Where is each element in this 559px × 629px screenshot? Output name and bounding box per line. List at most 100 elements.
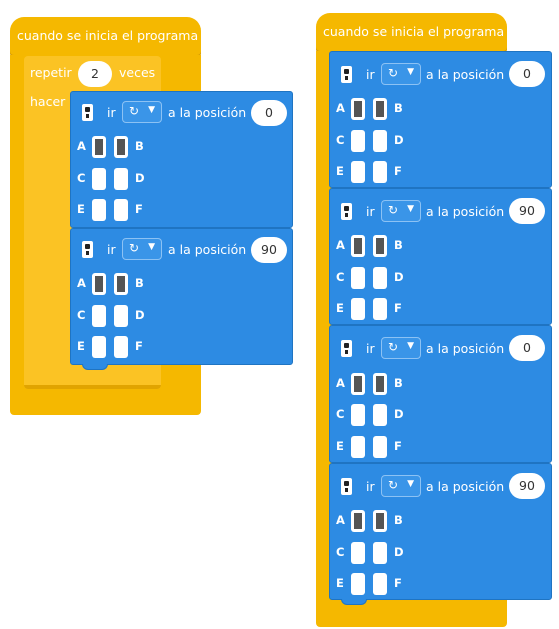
position-input[interactable]: 0 bbox=[509, 335, 545, 361]
port-label: F bbox=[394, 301, 402, 315]
port-toggle-d[interactable] bbox=[373, 130, 387, 152]
port-toggle-e[interactable] bbox=[351, 436, 365, 458]
port-label: D bbox=[394, 407, 404, 421]
go-label: ir bbox=[366, 341, 375, 356]
to-position-label: a la posición bbox=[426, 341, 505, 356]
port-toggle-f[interactable] bbox=[373, 298, 387, 320]
rotation-dropdown[interactable]: ↻ ▼ bbox=[122, 238, 162, 260]
to-position-label: a la posición bbox=[426, 479, 505, 494]
port-toggle-a[interactable] bbox=[351, 510, 365, 532]
position-input[interactable]: 90 bbox=[251, 237, 287, 263]
port-toggle-a[interactable] bbox=[351, 98, 365, 120]
when-program-starts-block[interactable]: cuando se inicia el programa bbox=[316, 13, 507, 53]
port-toggle-f[interactable] bbox=[373, 161, 387, 183]
port-toggle-e[interactable] bbox=[351, 161, 365, 183]
servo-go-to-block[interactable]: ir ↻ ▼ a la posición 0 A B C D E F bbox=[329, 51, 552, 188]
port-label: F bbox=[394, 439, 402, 453]
go-label: ir bbox=[107, 105, 116, 120]
port-label: A bbox=[336, 238, 345, 252]
port-toggle-d[interactable] bbox=[114, 168, 128, 190]
servo-go-to-block[interactable]: ir ↻ ▼ a la posición 90 A B C D E F bbox=[70, 228, 293, 365]
port-label: E bbox=[77, 339, 85, 353]
port-toggle-e[interactable] bbox=[92, 199, 106, 221]
position-input[interactable]: 0 bbox=[251, 100, 287, 126]
port-toggle-c[interactable] bbox=[351, 404, 365, 426]
port-toggle-e[interactable] bbox=[351, 298, 365, 320]
port-label: B bbox=[394, 238, 403, 252]
port-toggle-b[interactable] bbox=[373, 235, 387, 257]
port-label: B bbox=[135, 276, 144, 290]
port-toggle-d[interactable] bbox=[114, 305, 128, 327]
port-toggle-a[interactable] bbox=[92, 273, 106, 295]
port-label: B bbox=[394, 376, 403, 390]
port-toggle-d[interactable] bbox=[373, 404, 387, 426]
port-label: A bbox=[336, 376, 345, 390]
rotate-icon: ↻ bbox=[129, 241, 140, 255]
to-position-label: a la posición bbox=[168, 105, 247, 120]
port-label: A bbox=[77, 139, 86, 153]
port-toggle-b[interactable] bbox=[114, 136, 128, 158]
port-label: F bbox=[394, 576, 402, 590]
port-toggle-b[interactable] bbox=[373, 373, 387, 395]
rotate-icon: ↻ bbox=[388, 478, 399, 492]
port-label: E bbox=[336, 164, 344, 178]
to-position-label: a la posición bbox=[168, 242, 247, 257]
port-toggle-c[interactable] bbox=[92, 168, 106, 190]
servo-icon bbox=[341, 340, 352, 357]
rotation-dropdown[interactable]: ↻ ▼ bbox=[381, 200, 421, 222]
port-toggle-e[interactable] bbox=[351, 573, 365, 595]
to-position-label: a la posición bbox=[426, 204, 505, 219]
position-input[interactable]: 0 bbox=[509, 61, 545, 87]
repeat-count-input[interactable]: 2 bbox=[78, 61, 112, 87]
port-toggle-d[interactable] bbox=[373, 267, 387, 289]
servo-go-to-block[interactable]: ir ↻ ▼ a la posición 0 A B C D E F bbox=[70, 91, 293, 228]
servo-icon bbox=[82, 241, 93, 258]
port-toggle-c[interactable] bbox=[92, 305, 106, 327]
go-label: ir bbox=[366, 204, 375, 219]
rotate-icon: ↻ bbox=[388, 340, 399, 354]
servo-go-to-block[interactable]: ir ↻ ▼ a la posición 90 A B C D E F bbox=[329, 188, 552, 325]
port-toggle-f[interactable] bbox=[114, 199, 128, 221]
position-input[interactable]: 90 bbox=[509, 198, 545, 224]
port-label: A bbox=[336, 513, 345, 527]
port-toggle-c[interactable] bbox=[351, 542, 365, 564]
port-toggle-a[interactable] bbox=[351, 235, 365, 257]
port-toggle-a[interactable] bbox=[92, 136, 106, 158]
port-toggle-f[interactable] bbox=[114, 336, 128, 358]
port-toggle-d[interactable] bbox=[373, 542, 387, 564]
port-toggle-c[interactable] bbox=[351, 267, 365, 289]
servo-icon bbox=[341, 478, 352, 495]
when-program-starts-block[interactable]: cuando se inicia el programa bbox=[10, 17, 201, 57]
repeat-block-shade bbox=[24, 385, 161, 389]
port-toggle-f[interactable] bbox=[373, 573, 387, 595]
port-label: B bbox=[135, 139, 144, 153]
port-toggle-b[interactable] bbox=[373, 98, 387, 120]
chevron-down-icon: ▼ bbox=[148, 242, 155, 252]
port-toggle-c[interactable] bbox=[351, 130, 365, 152]
port-label: E bbox=[336, 301, 344, 315]
port-label: A bbox=[336, 101, 345, 115]
port-label: D bbox=[394, 270, 404, 284]
rotation-dropdown[interactable]: ↻ ▼ bbox=[381, 337, 421, 359]
rotation-dropdown[interactable]: ↻ ▼ bbox=[381, 475, 421, 497]
rotation-dropdown[interactable]: ↻ ▼ bbox=[381, 63, 421, 85]
chevron-down-icon: ▼ bbox=[407, 341, 414, 351]
chevron-down-icon: ▼ bbox=[148, 105, 155, 115]
port-toggle-a[interactable] bbox=[351, 373, 365, 395]
port-toggle-e[interactable] bbox=[92, 336, 106, 358]
servo-icon bbox=[82, 104, 93, 121]
servo-go-to-block[interactable]: ir ↻ ▼ a la posición 0 A B C D E F bbox=[329, 325, 552, 463]
port-label: C bbox=[336, 407, 345, 421]
servo-go-to-block[interactable]: ir ↻ ▼ a la posición 90 A B C D E F bbox=[329, 463, 552, 600]
servo-icon bbox=[341, 66, 352, 83]
port-label: E bbox=[336, 576, 344, 590]
go-label: ir bbox=[107, 242, 116, 257]
port-label: E bbox=[336, 439, 344, 453]
rotation-dropdown[interactable]: ↻ ▼ bbox=[122, 101, 162, 123]
port-label: C bbox=[77, 171, 86, 185]
position-input[interactable]: 90 bbox=[509, 473, 545, 499]
port-toggle-f[interactable] bbox=[373, 436, 387, 458]
port-toggle-b[interactable] bbox=[373, 510, 387, 532]
port-toggle-b[interactable] bbox=[114, 273, 128, 295]
block-connector bbox=[341, 599, 367, 605]
